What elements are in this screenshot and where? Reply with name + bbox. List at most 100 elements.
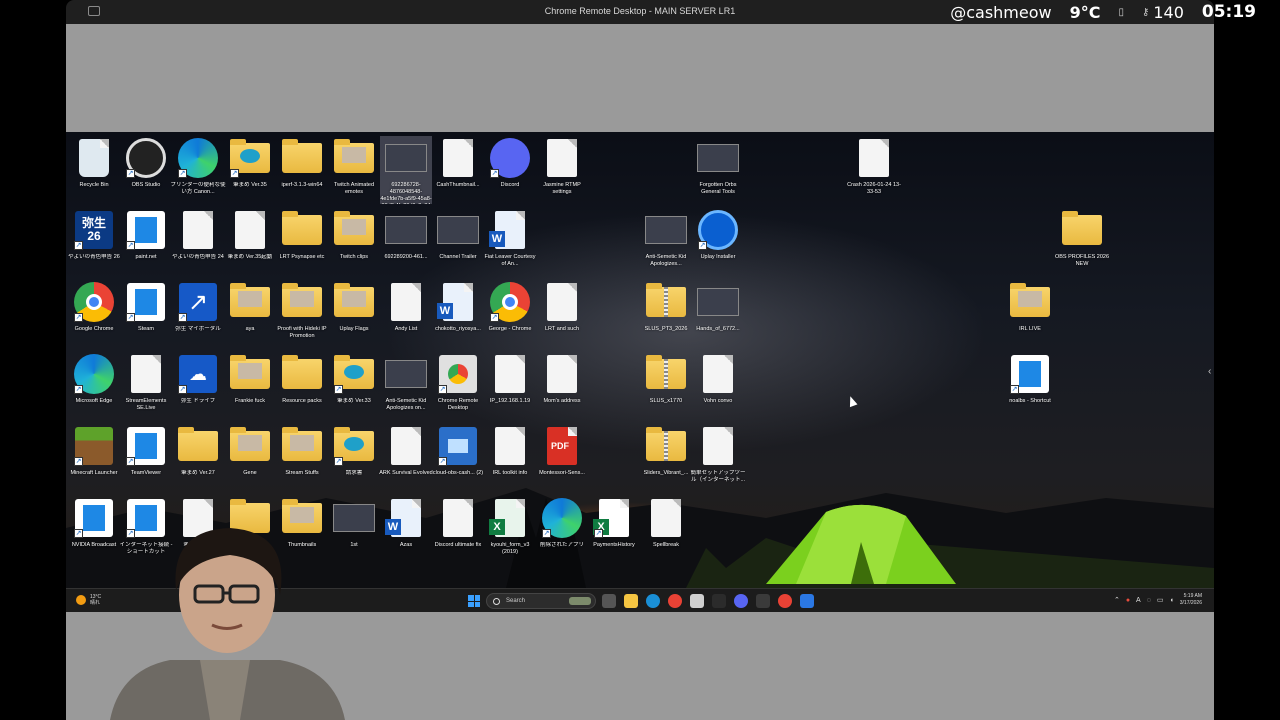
desktop-icon[interactable]: ↗ 削除されたアプリ [536,496,588,549]
desktop-icon[interactable]: Forgotten Orbs General Tools [692,136,744,196]
desktop-icon[interactable]: 弥生 26 ↗ やよいの青色申告 26 [68,208,120,261]
desktop-icon[interactable]: ↗ ↗ 弥生 マイポータル [172,280,224,333]
taskbar-task-view-icon[interactable] [602,594,616,608]
folder-edge-icon: ↗ [228,136,272,180]
desktop-icon[interactable]: ↗ George - Chrome [484,280,536,333]
desktop-icon[interactable]: IRL LIVE [1004,280,1056,333]
desktop-icon[interactable]: Uplay Flags [328,280,380,333]
discord-icon: ↗ [488,136,532,180]
desktop-icon[interactable]: Anti-Semetic Kid Apologizes... [640,208,692,268]
edge-icon: ↗ [540,496,584,540]
taskbar-chrome-icon[interactable] [668,594,682,608]
desktop-icon[interactable]: SLUS_PT3_2026 [640,280,692,333]
desktop-icon[interactable]: Hands_of_6772... [692,280,744,333]
folder-img-icon [280,424,324,468]
desktop-icon[interactable]: Gene [224,424,276,477]
desktop-icon[interactable]: aya [224,280,276,333]
desktop-icon[interactable]: W Fiat Leaver Courtesy of An... [484,208,536,268]
taskbar-search[interactable]: Search [486,593,596,609]
taskbar-clock[interactable]: 5:19 AM 3/17/2026 [1180,593,1202,607]
desktop-icon[interactable]: ↗ Steam [120,280,172,333]
desktop-icon[interactable]: 692289200-461... [380,208,432,261]
desktop-icon[interactable]: ↗ OBS Studio [120,136,172,189]
desktop-icon[interactable]: 筆まめ Ver.35起動 [224,208,276,261]
desktop-icon[interactable]: Vohn convo [692,352,744,405]
desktop-icon[interactable]: Andy List [380,280,432,333]
desktop-icon[interactable]: ↗ 請求書 [328,424,380,477]
chevron-left-icon[interactable]: ‹ [1208,366,1211,377]
desktop-icon[interactable]: Stream Stuffs [276,424,328,477]
taskbar-obs-icon[interactable] [712,594,726,608]
desktop-icon[interactable]: 筆まめ Ver.27 [172,424,224,477]
desktop-icon[interactable]: IP_192.168.1.19 [484,352,536,405]
taskbar-file-explorer-icon[interactable] [624,594,638,608]
desktop-icon[interactable]: CashThumbnail... [432,136,484,189]
desktop-icon[interactable]: ↗ Uplay Installer [692,208,744,261]
desktop-icon[interactable]: OBS PROFILES 2026 NEW [1055,208,1109,268]
volume-icon[interactable]: ◖ [1170,597,1174,604]
desktop-icon[interactable]: ↗ Minecraft Launcher [68,424,120,477]
desktop-icon[interactable]: ↗ Chrome Remote Desktop [432,352,484,412]
desktop-icon[interactable]: Frankie fuck [224,352,276,405]
desktop-icon[interactable]: LRT and such [536,280,588,333]
desktop-icon[interactable]: ↗ Google Chrome [68,280,120,333]
desktop-icon-label: CashThumbnail... [436,182,480,188]
desktop-icon[interactable]: Proofi with Hideki IP Promotion [276,280,328,340]
desktop-icon[interactable]: PDF Montessori-Sens... [536,424,588,477]
desktop-icon[interactable]: IRL toolkit info [484,424,536,477]
desktop-icon[interactable]: ↗ Microsoft Edge [68,352,120,405]
excel-a-icon: X ↗ [592,496,636,540]
chevron-up-icon[interactable]: ⌃ [1114,596,1120,604]
desktop-icon[interactable]: LRT Psynapse etc [276,208,328,261]
windows-start-icon[interactable] [468,595,480,607]
desktop-icon[interactable]: ↗ paint.net [120,208,172,261]
desktop-icon[interactable]: Jasmine RTMP settings [536,136,588,196]
desktop-icon[interactable]: ↗ プリンターの便利な使い方 Canon... [170,136,226,196]
desktop-icon[interactable]: Recycle Bin [68,136,120,189]
taskbar-chrome-badge-icon[interactable] [778,594,792,608]
folder-icon [280,208,324,252]
update-icon[interactable]: ◌ [1147,597,1151,604]
desktop-icon[interactable]: Channel Trailer [432,208,484,261]
taskbar-time: 5:19 AM [1183,593,1202,599]
desktop-icon[interactable]: ARK Survival Evolved [379,424,433,477]
antivirus-icon[interactable]: ● [1126,597,1130,604]
desktop-icon[interactable]: Mom's address [536,352,588,405]
taskbar-terminal-icon[interactable] [756,594,770,608]
desktop-icon[interactable]: StreamElements SE.Live [120,352,172,412]
desktop-icon[interactable]: X ↗ PaymentsHistory [588,496,640,549]
desktop-icon[interactable]: Discord ultimate fix [432,496,484,549]
desktop-icon[interactable]: ↗ noalbs - Shortcut [1004,352,1056,405]
desktop-icon[interactable]: Sliders_Vibrant_... [640,424,692,477]
desktop-icon[interactable]: 692286728-4876048548-4e1fde7b-a5f9-45a8-… [380,136,432,204]
thumb-icon [696,136,740,180]
desktop-icon[interactable]: SLUS_x1770 [640,352,692,405]
desktop-icon[interactable]: ↗ 筆まめ Ver.33 [328,352,380,405]
taskbar-translator-icon[interactable] [800,594,814,608]
taskbar-discord-icon[interactable] [734,594,748,608]
desktop-icon[interactable]: W Azas [380,496,432,549]
desktop-icon[interactable]: iperf-3.1.3-win64 [276,136,328,189]
desktop-icon[interactable]: ↗ cloud-obs-cash... (2) [432,424,484,477]
desktop-icon[interactable]: Twitch clips [328,208,380,261]
desktop-icon[interactable]: Twitch Animated emotes [328,136,380,196]
weather-widget[interactable]: 13°C 晴れ [76,594,101,606]
desktop-icon[interactable]: Spellbreak [640,496,692,549]
desktop-icon[interactable]: Anti-Semetic Kid Apologizes on... [380,352,432,412]
desktop-icon[interactable]: ↗ TeamViewer [120,424,172,477]
desktop-icon[interactable]: ☁ ↗ 弥生 ドライブ [172,352,224,405]
desktop-icon[interactable]: Xkyouhi_form_v3 (2019) [484,496,536,556]
desktop-icon[interactable]: Crash 2026-01-24 13-33-53 [847,136,901,196]
desktop-icon[interactable]: やよいの青色申告 24 [172,208,224,261]
desktop-icon[interactable]: Resource packs [276,352,328,405]
taskbar-app-generic-icon[interactable] [690,594,704,608]
taskbar-edge-icon[interactable] [646,594,660,608]
desktop-icon-label: プリンターの便利な使い方 Canon... [170,182,226,195]
desktop-icon[interactable]: 簡単セットアップツール（インターネット... [690,424,746,484]
desktop-icon[interactable]: ↗ 筆まめ Ver.35 [224,136,276,189]
ime-icon[interactable]: A [1136,597,1141,604]
desktop-icon[interactable]: Wchokotto_riyosya... [432,280,484,333]
network-icon[interactable]: ▭ [1157,596,1164,604]
desktop-icon-label: Sliders_Vibrant_... [643,470,689,476]
desktop-icon[interactable]: ↗ Discord [484,136,536,189]
